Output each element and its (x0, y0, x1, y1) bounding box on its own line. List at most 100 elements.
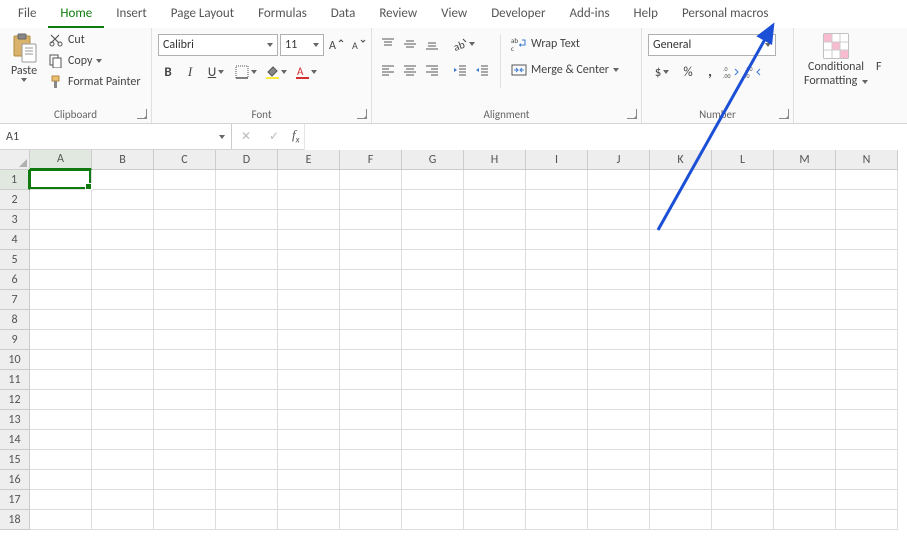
cell[interactable] (712, 470, 774, 490)
cell[interactable] (216, 350, 278, 370)
cell[interactable] (712, 390, 774, 410)
cell[interactable] (650, 310, 712, 330)
enter-formula-button[interactable]: ✓ (260, 124, 288, 150)
cell[interactable] (650, 330, 712, 350)
cell[interactable] (154, 390, 216, 410)
row-header[interactable]: 1 (0, 170, 30, 190)
cell[interactable] (712, 230, 774, 250)
cell[interactable] (278, 290, 340, 310)
wrap-text-button[interactable]: abc Wrap Text (509, 34, 621, 54)
cell[interactable] (588, 190, 650, 210)
cell[interactable] (464, 270, 526, 290)
cell[interactable] (92, 290, 154, 310)
cell[interactable] (650, 230, 712, 250)
cell[interactable] (774, 450, 836, 470)
cell[interactable] (402, 190, 464, 210)
cell[interactable] (836, 350, 898, 370)
cell[interactable] (30, 430, 92, 450)
cell[interactable] (774, 210, 836, 230)
row-header[interactable]: 9 (0, 330, 30, 350)
underline-button[interactable]: U (202, 62, 230, 82)
fx-icon[interactable]: fx (288, 127, 304, 146)
cell[interactable] (712, 310, 774, 330)
cell[interactable] (154, 170, 216, 190)
cell[interactable] (774, 230, 836, 250)
tab-formulas[interactable]: Formulas (246, 0, 319, 28)
cell[interactable] (30, 330, 92, 350)
cell[interactable] (526, 470, 588, 490)
cell[interactable] (30, 350, 92, 370)
cell[interactable] (836, 330, 898, 350)
comma-button[interactable]: , (700, 62, 720, 82)
cell[interactable] (216, 330, 278, 350)
cell[interactable] (650, 470, 712, 490)
column-header[interactable]: G (402, 150, 464, 170)
cell[interactable] (836, 430, 898, 450)
cell[interactable] (588, 310, 650, 330)
cell[interactable] (774, 190, 836, 210)
cell[interactable] (588, 250, 650, 270)
bold-button[interactable]: B (158, 62, 178, 82)
cell[interactable] (588, 490, 650, 510)
cell[interactable] (278, 190, 340, 210)
cell[interactable] (92, 410, 154, 430)
formula-bar-input[interactable] (304, 124, 907, 150)
cell[interactable] (92, 450, 154, 470)
cell[interactable] (650, 250, 712, 270)
cell[interactable] (774, 290, 836, 310)
cell[interactable] (712, 450, 774, 470)
cell[interactable] (774, 350, 836, 370)
cell[interactable] (464, 430, 526, 450)
cell[interactable] (154, 330, 216, 350)
cell[interactable] (154, 370, 216, 390)
cell[interactable] (154, 490, 216, 510)
cell[interactable] (588, 410, 650, 430)
cell[interactable] (154, 350, 216, 370)
cell[interactable] (774, 470, 836, 490)
cell[interactable] (216, 490, 278, 510)
italic-button[interactable]: I (180, 62, 200, 82)
cell[interactable] (92, 390, 154, 410)
cell[interactable] (774, 370, 836, 390)
paste-button[interactable]: Paste (6, 30, 42, 84)
decrease-indent-button[interactable] (450, 60, 470, 80)
row-header[interactable]: 15 (0, 450, 30, 470)
cell[interactable] (216, 170, 278, 190)
cell[interactable] (154, 510, 216, 530)
font-color-button[interactable]: A (292, 62, 320, 82)
cell[interactable] (464, 250, 526, 270)
cell[interactable] (650, 290, 712, 310)
cell[interactable] (402, 410, 464, 430)
cell[interactable] (340, 270, 402, 290)
cell[interactable] (278, 370, 340, 390)
decrease-decimal-button[interactable]: .00.0 (744, 62, 764, 82)
cell[interactable] (154, 270, 216, 290)
cell[interactable] (526, 210, 588, 230)
cell[interactable] (712, 270, 774, 290)
cell[interactable] (402, 250, 464, 270)
cell[interactable] (92, 190, 154, 210)
cell[interactable] (154, 210, 216, 230)
borders-button[interactable] (232, 62, 260, 82)
cell[interactable] (774, 250, 836, 270)
cell[interactable] (402, 350, 464, 370)
cell[interactable] (340, 430, 402, 450)
cell[interactable] (278, 210, 340, 230)
cell[interactable] (588, 330, 650, 350)
cell[interactable] (774, 390, 836, 410)
cell[interactable] (216, 450, 278, 470)
cell[interactable] (836, 390, 898, 410)
font-name-select[interactable]: Calibri (158, 34, 278, 56)
cell[interactable] (154, 310, 216, 330)
cell[interactable] (650, 410, 712, 430)
cell[interactable] (836, 410, 898, 430)
tab-developer[interactable]: Developer (479, 0, 557, 28)
cell[interactable] (650, 510, 712, 530)
cell[interactable] (526, 170, 588, 190)
cell[interactable] (340, 410, 402, 430)
cell[interactable] (836, 250, 898, 270)
row-header[interactable]: 11 (0, 370, 30, 390)
cell[interactable] (30, 410, 92, 430)
cell[interactable] (402, 470, 464, 490)
cell[interactable] (836, 310, 898, 330)
